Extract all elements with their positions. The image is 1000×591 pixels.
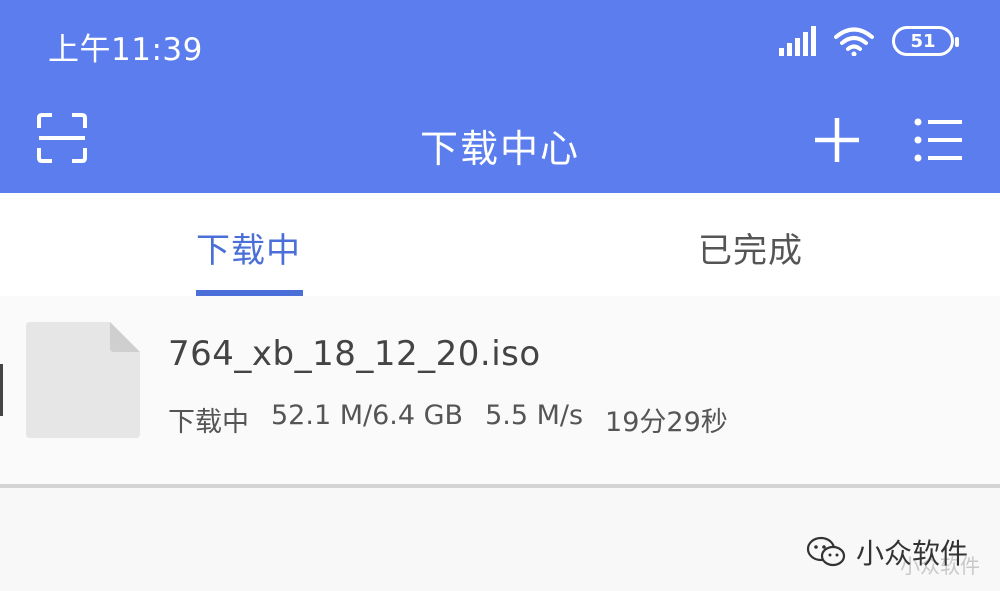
battery-icon: 51 [892, 26, 959, 56]
watermark-text: 小众软件 [855, 537, 968, 570]
list-edge-marker [0, 364, 3, 416]
status-time: 上午11:39 [48, 32, 203, 68]
app-bar: 上午11:39 51 下载中心 [0, 0, 1000, 193]
battery-level: 51 [910, 30, 936, 52]
watermark: 小众软件 [806, 532, 968, 572]
status-icons: 51 [779, 26, 959, 56]
wifi-icon [834, 27, 874, 56]
download-speed: 5.5 M/s [485, 400, 584, 431]
download-status: 下载中 [168, 407, 249, 438]
tab-downloading[interactable]: 下载中 [196, 223, 301, 272]
list-menu-icon[interactable] [914, 116, 964, 164]
download-meta: 下载中 52.1 M/6.4 GB 5.5 M/s 19分29秒 [168, 400, 728, 439]
signal-icon [779, 26, 816, 56]
file-name: 764_xb_18_12_20.iso [168, 334, 541, 374]
tab-bar: 下载中 已完成 [0, 193, 1000, 296]
file-icon [26, 322, 140, 438]
download-progress: 52.1 M/6.4 GB [271, 400, 464, 431]
download-item[interactable]: 764_xb_18_12_20.iso 下载中 52.1 M/6.4 GB 5.… [0, 296, 1000, 484]
wechat-icon [806, 536, 846, 567]
plus-icon[interactable] [813, 116, 861, 164]
tab-completed[interactable]: 已完成 [698, 223, 803, 272]
download-remaining: 19分29秒 [605, 407, 728, 438]
